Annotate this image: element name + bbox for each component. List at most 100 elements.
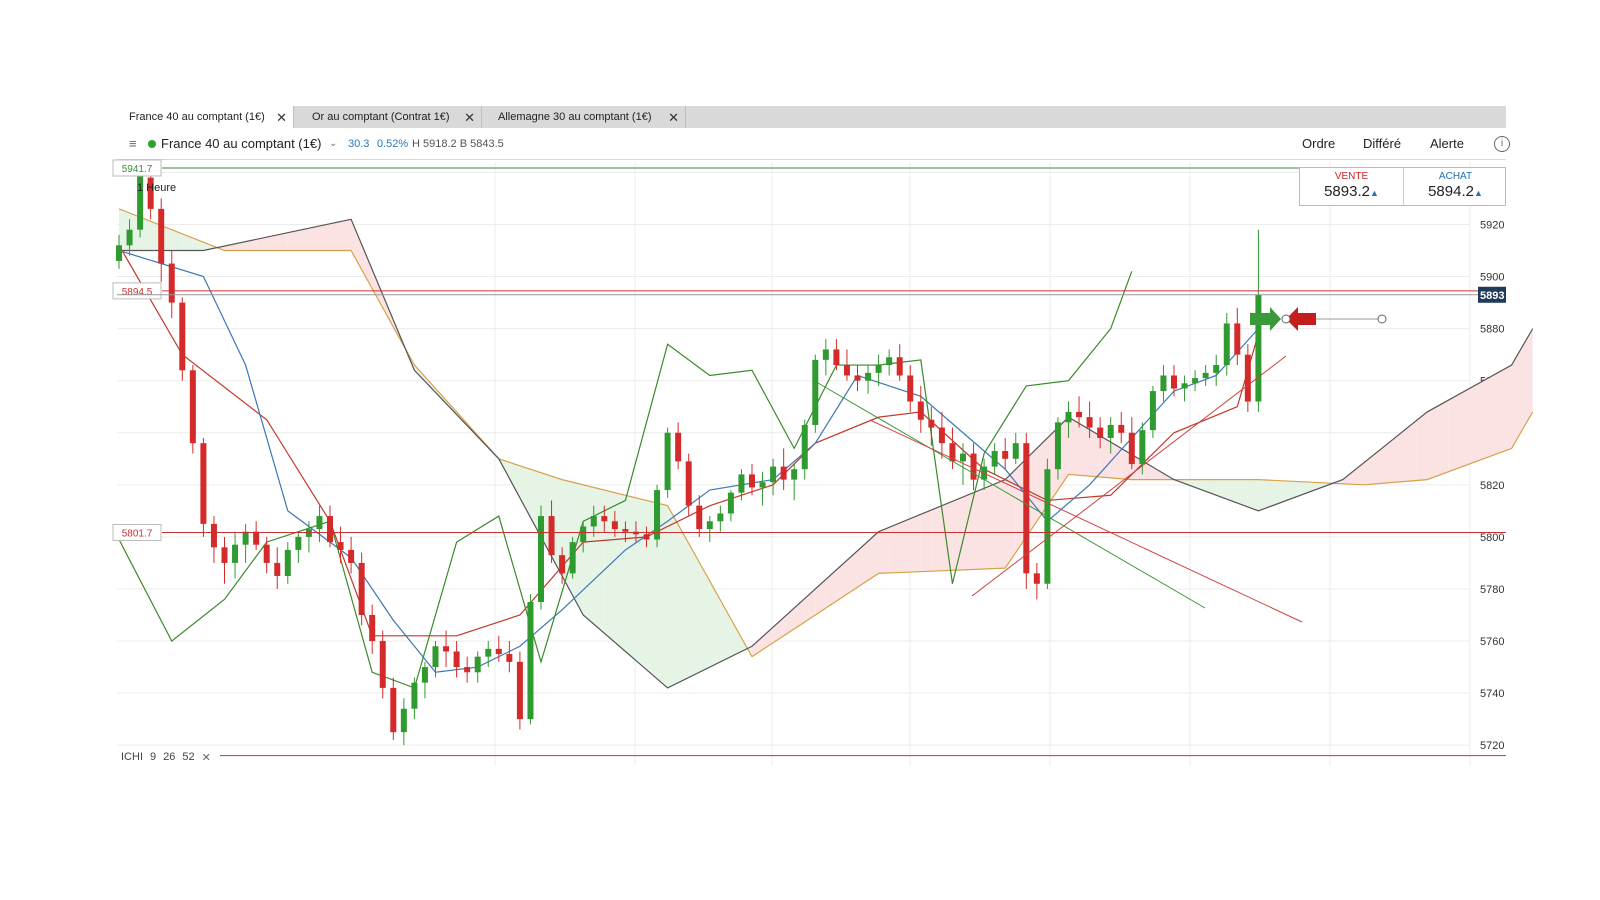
close-icon[interactable]: ✕ bbox=[202, 751, 211, 764]
candle-body bbox=[938, 427, 945, 444]
ichimoku-cloud-segment bbox=[583, 484, 594, 625]
ichimoku-cloud-segment bbox=[372, 269, 383, 308]
candle-body bbox=[358, 562, 365, 615]
candle-body bbox=[1012, 443, 1019, 459]
candle-body bbox=[559, 555, 566, 574]
candle-body bbox=[1171, 375, 1177, 389]
buy-arrow-icon bbox=[1250, 307, 1281, 331]
candle-body bbox=[991, 450, 998, 467]
candle-body bbox=[696, 505, 703, 530]
level-label: 5894.5 bbox=[122, 287, 153, 298]
candle-body bbox=[1054, 422, 1061, 470]
candle-body bbox=[643, 534, 650, 540]
candle-body bbox=[538, 516, 544, 602]
candle-body bbox=[780, 466, 787, 480]
candle-body bbox=[390, 687, 397, 733]
ichimoku-cloud-segment bbox=[1152, 467, 1164, 480]
candle-body bbox=[1255, 294, 1262, 402]
candle-body bbox=[1192, 378, 1199, 384]
candle-body bbox=[1097, 427, 1104, 438]
indicator-param: 26 bbox=[163, 751, 176, 763]
candle-body bbox=[664, 432, 671, 491]
ichimoku-cloud-segment bbox=[973, 488, 985, 570]
candle-body bbox=[801, 424, 808, 470]
candle-body bbox=[1002, 450, 1009, 459]
ichimoku-cloud-segment bbox=[857, 541, 869, 588]
candle-body bbox=[168, 263, 175, 303]
sell-button[interactable]: VENTE 5893.2▲ bbox=[1300, 168, 1404, 205]
candle-body bbox=[327, 516, 333, 543]
senkou-span-b-line bbox=[119, 218, 1534, 689]
candle-body bbox=[485, 648, 492, 657]
candle-body bbox=[622, 529, 629, 532]
candle-body bbox=[221, 547, 228, 563]
candle-body bbox=[727, 492, 734, 514]
ichimoku-cloud-segment bbox=[1237, 479, 1248, 507]
timeframe-label[interactable]: 1 Heure bbox=[137, 182, 176, 194]
candle-body bbox=[337, 542, 344, 550]
candle-body bbox=[474, 656, 481, 673]
sell-label: VENTE bbox=[1334, 171, 1369, 182]
candle-body bbox=[569, 542, 576, 574]
ichimoku-cloud-segment bbox=[1469, 382, 1480, 464]
candle-body bbox=[443, 646, 450, 652]
ichimoku-cloud-segment bbox=[994, 479, 1006, 569]
candle-body bbox=[379, 641, 386, 688]
candle-body bbox=[738, 474, 745, 493]
buy-button[interactable]: ACHAT 5894.2▲ bbox=[1404, 168, 1507, 205]
candle-body bbox=[749, 474, 755, 488]
y-tick-label: 5760 bbox=[1480, 636, 1504, 648]
candle-body bbox=[1065, 411, 1072, 423]
ichimoku-cloud-segment bbox=[1079, 423, 1090, 477]
current-price-label: 5893 bbox=[1480, 290, 1504, 302]
candle-body bbox=[759, 482, 766, 488]
order-drag-handle-icon bbox=[1377, 314, 1387, 324]
ichimoku-cloud-segment bbox=[604, 490, 615, 643]
candle-body bbox=[1213, 365, 1220, 373]
candle-body bbox=[886, 357, 893, 366]
indicator-name: ICHI bbox=[121, 751, 143, 763]
candle-body bbox=[548, 516, 555, 556]
price-chart[interactable]: 5940592059005880586058405820580057805760… bbox=[0, 0, 1600, 900]
candle-body bbox=[411, 682, 418, 709]
ichimoku-cloud-segment bbox=[625, 495, 636, 661]
ichimoku-cloud-segment bbox=[910, 514, 921, 573]
level-label: 5801.7 bbox=[122, 528, 153, 539]
candle-body bbox=[210, 523, 217, 548]
ichimoku-cloud-segment bbox=[330, 221, 341, 251]
candle-body bbox=[706, 521, 713, 530]
candle-body bbox=[295, 536, 302, 550]
ichimoku-cloud-segment bbox=[688, 543, 700, 678]
candle-body bbox=[601, 516, 608, 522]
candle-body bbox=[675, 432, 682, 462]
candle-body bbox=[928, 419, 935, 428]
ichimoku-cloud-segment bbox=[1258, 479, 1269, 511]
y-tick-label: 5800 bbox=[1480, 532, 1504, 544]
ichimoku-cloud-segment bbox=[952, 496, 963, 571]
indicator-legend[interactable]: ICHI 9 26 52 ✕ bbox=[117, 749, 215, 765]
candle-body bbox=[1181, 383, 1188, 389]
candle-body bbox=[527, 601, 534, 720]
candle-body bbox=[158, 208, 165, 264]
ichimoku-cloud-segment bbox=[277, 232, 288, 251]
ichimoku-cloud-segment bbox=[941, 501, 953, 571]
order-drag-handle-icon bbox=[1281, 314, 1291, 324]
y-tick-label: 5920 bbox=[1480, 219, 1504, 231]
candle-body bbox=[960, 453, 966, 462]
candle-body bbox=[126, 229, 133, 246]
ichimoku-cloud-segment bbox=[920, 509, 932, 572]
ichimoku-cloud-segment bbox=[889, 523, 900, 573]
candle-body bbox=[717, 513, 724, 522]
candle-body bbox=[1044, 469, 1051, 584]
candle-body bbox=[1107, 424, 1114, 438]
candle-body bbox=[242, 531, 249, 545]
y-tick-label: 5820 bbox=[1480, 480, 1504, 492]
candle-body bbox=[421, 667, 428, 683]
ichimoku-cloud-segment bbox=[1406, 420, 1417, 482]
candle-body bbox=[253, 531, 260, 545]
ichimoku-cloud-segment bbox=[519, 465, 531, 518]
candle-body bbox=[1033, 573, 1040, 584]
candle-body bbox=[274, 562, 281, 576]
candle-body bbox=[770, 466, 777, 483]
candle-body bbox=[263, 544, 270, 563]
